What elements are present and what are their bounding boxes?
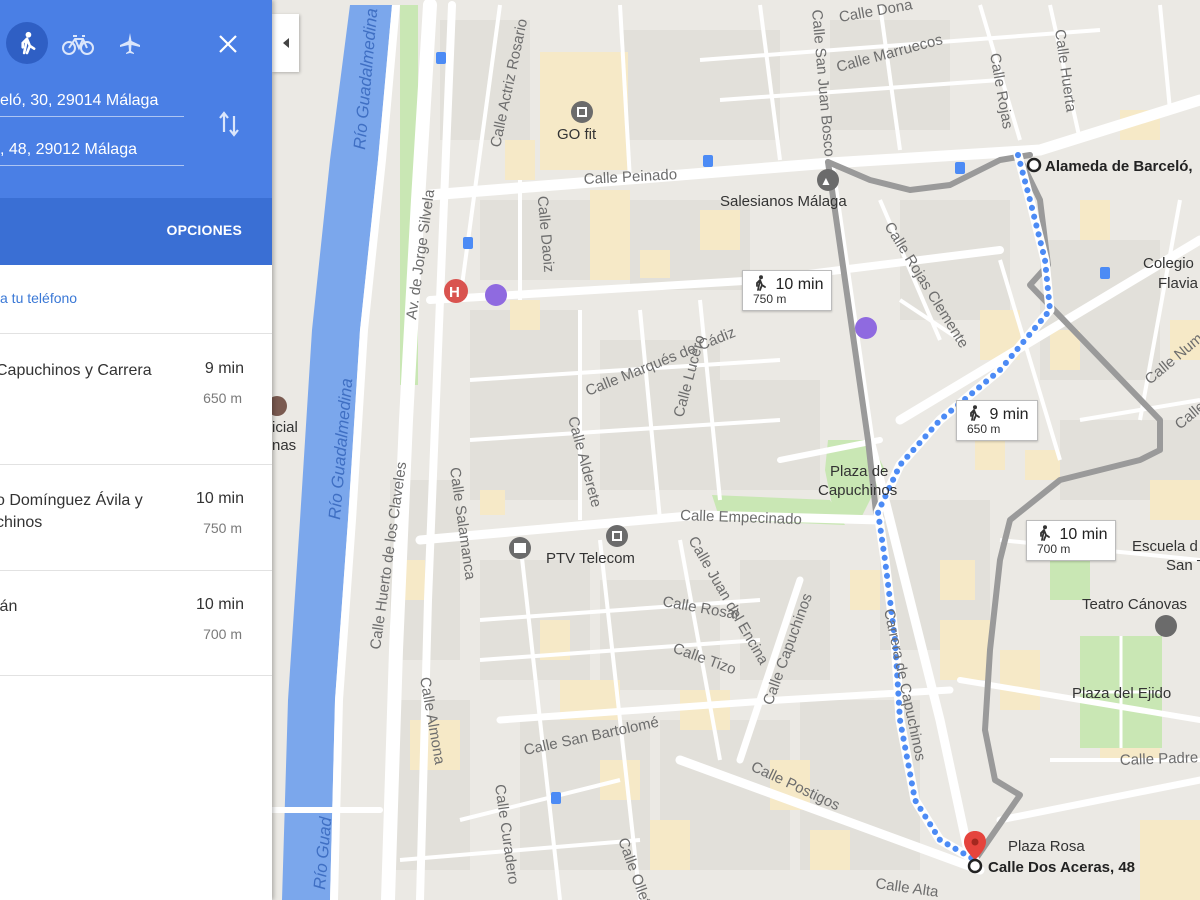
- route-distance: 700 m: [203, 626, 242, 642]
- route-label-650[interactable]: 9 min 650 m: [956, 400, 1038, 441]
- cycling-mode-button[interactable]: [60, 26, 96, 62]
- svg-text:Plaza del Ejido: Plaza del Ejido: [1072, 685, 1171, 702]
- route-label-distance: 700 m: [1037, 542, 1071, 556]
- route-option-1[interactable]: Capuchinos y Carrera 9 min 650 m: [0, 360, 272, 464]
- options-button[interactable]: OPCIONES: [166, 222, 242, 238]
- divider: [0, 570, 272, 571]
- bicycle-icon: [62, 35, 94, 55]
- walk-icon: [970, 405, 980, 421]
- walk-icon: [21, 31, 36, 55]
- send-to-phone-link[interactable]: a tu teléfono: [0, 290, 77, 306]
- svg-text:Colegio: Colegio: [1143, 255, 1194, 272]
- origin-input[interactable]: eló, 30, 29014 Málaga: [0, 86, 184, 117]
- flights-mode-button[interactable]: [112, 26, 148, 62]
- directions-header: eló, 30, 29014 Málaga , 48, 29012 Málaga…: [0, 0, 272, 265]
- svg-text:Flavia: Flavia: [1158, 275, 1199, 292]
- route-name: lán: [0, 598, 18, 615]
- svg-text:▲: ▲: [820, 174, 832, 188]
- svg-text:icial: icial: [272, 419, 298, 436]
- destination-input[interactable]: , 48, 29012 Málaga: [0, 135, 184, 166]
- svg-text:nas: nas: [272, 437, 296, 454]
- route-distance: 750 m: [203, 520, 242, 536]
- route-option-2[interactable]: o Domínguez Ávila y chinos 10 min 750 m: [0, 490, 272, 570]
- walk-icon: [1040, 525, 1050, 541]
- directions-panel: eló, 30, 29014 Málaga , 48, 29012 Málaga…: [0, 0, 272, 900]
- route-label-distance: 650 m: [967, 422, 1001, 436]
- walk-icon: [756, 275, 766, 291]
- svg-text:Plaza de: Plaza de: [830, 463, 888, 480]
- route-label-750[interactable]: 10 min 750 m: [742, 270, 833, 311]
- chevron-left-icon: [282, 38, 289, 48]
- svg-text:GO fit: GO fit: [557, 126, 597, 143]
- divider: [0, 464, 272, 465]
- route-time: 10 min: [195, 490, 244, 507]
- close-button[interactable]: [210, 26, 246, 62]
- route-distance: 650 m: [203, 390, 242, 406]
- route-name: Capuchinos y Carrera: [0, 362, 152, 379]
- swap-icon: [219, 111, 239, 137]
- svg-text:Calle Padre: Calle Padre: [1120, 749, 1199, 769]
- svg-text:San T: San T: [1166, 557, 1200, 574]
- divider: [0, 333, 272, 334]
- route-label-time: 9 min: [989, 406, 1029, 423]
- airplane-icon: [120, 33, 140, 54]
- destination-text: , 48, 29012 Málaga: [0, 141, 137, 158]
- svg-text:H: H: [449, 284, 460, 301]
- walking-mode-button[interactable]: [6, 22, 48, 64]
- route-time: 10 min: [195, 596, 244, 613]
- options-bar: OPCIONES: [0, 198, 272, 265]
- close-icon: [219, 35, 237, 53]
- svg-text:Teatro Cánovas: Teatro Cánovas: [1082, 596, 1187, 613]
- destination-label: Calle Dos Aceras, 48: [988, 859, 1135, 876]
- route-label-time: 10 min: [1059, 526, 1108, 543]
- route-name: o Domínguez Ávila y chinos: [0, 492, 143, 531]
- divider: [0, 675, 272, 676]
- svg-text:Escuela d: Escuela d: [1132, 538, 1198, 555]
- svg-text:Plaza Rosa: Plaza Rosa: [1008, 838, 1085, 855]
- route-label-time: 10 min: [775, 276, 824, 293]
- collapse-panel-button[interactable]: [272, 14, 299, 72]
- svg-text:Salesianos Málaga: Salesianos Málaga: [720, 193, 847, 210]
- swap-button[interactable]: [218, 110, 240, 138]
- origin-label: Alameda de Barceló,: [1045, 158, 1193, 175]
- svg-text:PTV Telecom: PTV Telecom: [546, 550, 635, 567]
- route-option-3[interactable]: lán 10 min 700 m: [0, 596, 272, 674]
- svg-text:Capuchinos: Capuchinos: [818, 482, 897, 499]
- route-label-700[interactable]: 10 min 700 m: [1026, 520, 1117, 561]
- origin-text: eló, 30, 29014 Málaga: [0, 92, 159, 109]
- route-label-distance: 750 m: [753, 292, 787, 306]
- route-time: 9 min: [204, 360, 244, 377]
